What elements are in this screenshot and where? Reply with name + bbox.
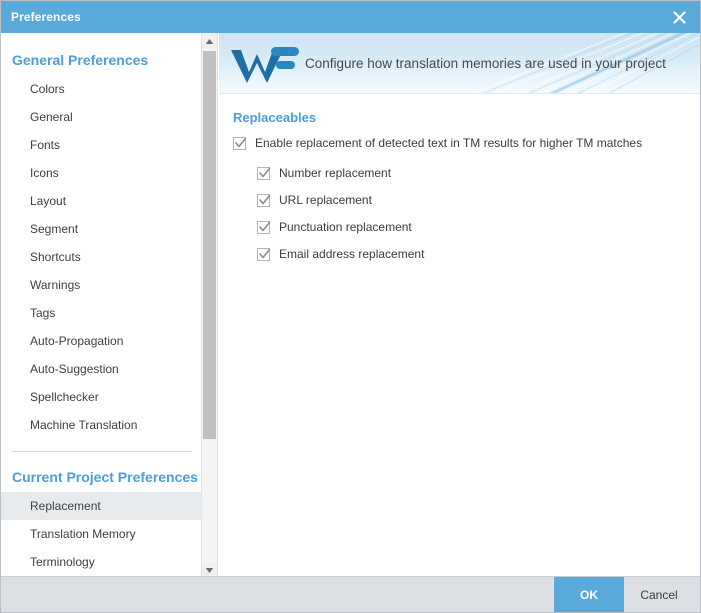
sidebar-item-segment[interactable]: Segment: [1, 215, 201, 243]
banner-description: Configure how translation memories are u…: [305, 55, 666, 71]
checkbox-row-number-replacement[interactable]: Number replacement: [257, 166, 700, 180]
sidebar-item-machine-translation[interactable]: Machine Translation: [1, 411, 201, 439]
sidebar-group-general: General Preferences Colors General Fonts…: [1, 45, 201, 439]
sidebar-item-general[interactable]: General: [1, 103, 201, 131]
sidebar-group-title-general: General Preferences: [12, 52, 149, 68]
checkbox-label-number-replacement: Number replacement: [279, 166, 392, 180]
checkbox-label-url-replacement: URL replacement: [279, 193, 372, 207]
section-title-replaceables: Replaceables: [233, 110, 317, 125]
checkbox-url-replacement[interactable]: [257, 193, 271, 207]
sidebar-item-colors[interactable]: Colors: [1, 75, 201, 103]
checkbox-row-email-address-replacement[interactable]: Email address replacement: [257, 247, 700, 261]
close-button[interactable]: [656, 1, 700, 33]
sidebar-item-fonts[interactable]: Fonts: [1, 131, 201, 159]
sidebar-item-layout[interactable]: Layout: [1, 187, 201, 215]
sidebar-item-replacement[interactable]: Replacement: [1, 492, 201, 520]
cancel-button[interactable]: Cancel: [624, 577, 694, 612]
checkmark-icon: [235, 137, 247, 147]
sidebar-divider: [12, 451, 192, 452]
panel-content: Replaceables Enable replacement of detec…: [219, 94, 700, 261]
checkbox-email-address-replacement[interactable]: [257, 247, 271, 261]
checkbox-number-replacement[interactable]: [257, 166, 271, 180]
window-title: Preferences: [11, 10, 81, 24]
sidebar-item-tags[interactable]: Tags: [1, 299, 201, 327]
sidebar-item-shortcuts[interactable]: Shortcuts: [1, 243, 201, 271]
sidebar-item-translation-memory[interactable]: Translation Memory: [1, 520, 201, 548]
checkbox-row-punctuation-replacement[interactable]: Punctuation replacement: [257, 220, 700, 234]
checkbox-punctuation-replacement[interactable]: [257, 220, 271, 234]
sidebar-navigation[interactable]: General Preferences Colors General Fonts…: [1, 33, 201, 578]
sidebar-item-spellchecker[interactable]: Spellchecker: [1, 383, 201, 411]
checkbox-label-punctuation-replacement: Punctuation replacement: [279, 220, 412, 234]
panel-banner: Configure how translation memories are u…: [219, 33, 700, 94]
checkbox-row-url-replacement[interactable]: URL replacement: [257, 193, 700, 207]
checkbox-label-enable-replacement: Enable replacement of detected text in T…: [255, 136, 643, 150]
checkmark-icon: [259, 167, 271, 177]
sidebar-group-current-project: Current Project Preferences Replacement …: [1, 462, 201, 576]
scroll-up-arrow-icon[interactable]: [202, 33, 217, 49]
checkmark-icon: [259, 194, 271, 204]
checkmark-icon: [259, 248, 271, 258]
sidebar-scrollbar[interactable]: [201, 33, 218, 578]
sidebar-group-title-current-project: Current Project Preferences: [12, 469, 198, 485]
preferences-dialog: Preferences General Preferences Colors G…: [0, 0, 701, 613]
sidebar-scrollbar-thumb[interactable]: [203, 51, 216, 439]
ok-button[interactable]: OK: [554, 577, 624, 612]
close-icon: [672, 10, 686, 24]
checkbox-row-enable-replacement[interactable]: Enable replacement of detected text in T…: [233, 136, 700, 150]
wordfast-logo-icon: [227, 41, 303, 85]
sidebar-item-terminology[interactable]: Terminology: [1, 548, 201, 576]
sidebar-item-warnings[interactable]: Warnings: [1, 271, 201, 299]
sidebar-item-auto-propagation[interactable]: Auto-Propagation: [1, 327, 201, 355]
dialog-footer: OK Cancel: [1, 576, 700, 612]
checkbox-enable-replacement[interactable]: [233, 136, 247, 150]
sidebar-item-icons[interactable]: Icons: [1, 159, 201, 187]
sidebar-top-spacer: [1, 33, 201, 45]
main-panel: Configure how translation memories are u…: [219, 33, 700, 578]
checkbox-label-email-address-replacement: Email address replacement: [279, 247, 425, 261]
checkmark-icon: [259, 221, 271, 231]
sidebar-item-auto-suggestion[interactable]: Auto-Suggestion: [1, 355, 201, 383]
title-bar: Preferences: [1, 1, 700, 33]
